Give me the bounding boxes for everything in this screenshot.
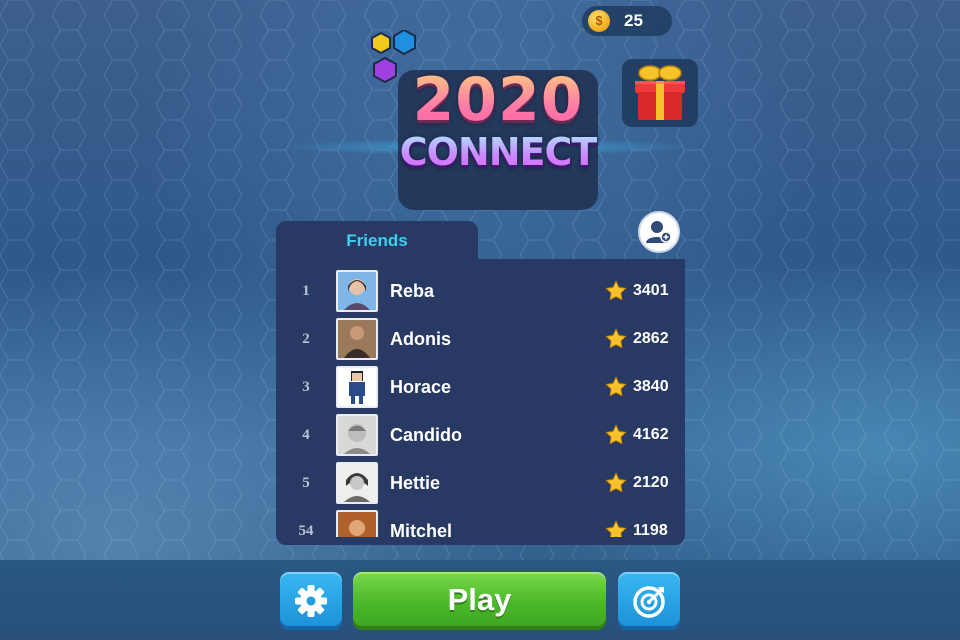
- add-friend-icon: [646, 221, 672, 243]
- player-name: Adonis: [390, 328, 451, 349]
- avatar: [336, 270, 378, 312]
- star-icon: [605, 472, 627, 493]
- target-icon: [633, 586, 665, 618]
- tab-friends-label: Friends: [346, 231, 408, 250]
- player-name: Hettie: [390, 472, 441, 493]
- target-button[interactable]: [618, 572, 680, 630]
- row-rank: 3: [302, 378, 310, 395]
- gift-button[interactable]: [622, 59, 698, 127]
- avatar: [336, 318, 378, 360]
- star-icon: [605, 424, 627, 445]
- avatar: [336, 414, 378, 456]
- leaderboard-row[interactable]: 4 Candido 4162: [276, 411, 685, 459]
- settings-button[interactable]: [280, 572, 342, 630]
- leaderboard-row[interactable]: 5 Hettie 2120: [276, 459, 685, 507]
- star-icon: [605, 328, 627, 349]
- row-rank: 1: [302, 282, 310, 299]
- gift-icon: [635, 65, 685, 120]
- player-score: 4162: [633, 426, 669, 443]
- leaderboard-panel: 1 Reba 3401 2 Adonis 2862 3 Horace 3840: [276, 259, 685, 545]
- player-score: 2120: [633, 474, 669, 491]
- row-rank: 2: [302, 330, 310, 347]
- player-name: Reba: [390, 280, 435, 301]
- player-score: 2862: [633, 330, 669, 347]
- star-icon: [605, 520, 627, 537]
- tab-friends[interactable]: Friends: [276, 221, 478, 261]
- add-friend-button[interactable]: [638, 211, 680, 253]
- star-icon: [605, 280, 627, 301]
- leaderboard-row[interactable]: 54 Mitchel 1198: [276, 507, 685, 537]
- leaderboard-row[interactable]: 1 Reba 3401: [276, 267, 685, 315]
- player-name: Candido: [390, 424, 462, 445]
- play-button[interactable]: Play: [353, 572, 606, 630]
- player-score: 3401: [633, 282, 669, 299]
- player-score: 3840: [633, 378, 669, 395]
- player-name: Mitchel: [390, 520, 453, 538]
- avatar: [336, 510, 378, 537]
- coin-count: 25: [624, 11, 643, 30]
- avatar: [336, 462, 378, 504]
- player-score: 1198: [633, 522, 668, 537]
- row-rank: 5: [302, 474, 310, 491]
- leaderboard-row[interactable]: 3 Horace 3840: [276, 363, 685, 411]
- leaderboard-list[interactable]: 1 Reba 3401 2 Adonis 2862 3 Horace 3840: [276, 267, 685, 537]
- row-rank: 54: [298, 522, 314, 538]
- row-rank: 4: [302, 426, 310, 443]
- avatar: [336, 366, 378, 408]
- logo-year-text: 2020: [388, 65, 608, 135]
- star-icon: [605, 376, 627, 397]
- logo-word-text: CONNECT: [388, 130, 608, 174]
- player-name: Horace: [390, 376, 452, 397]
- coin-icon: $: [588, 10, 610, 32]
- leaderboard-row[interactable]: 2 Adonis 2862: [276, 315, 685, 363]
- gear-icon: [295, 585, 327, 617]
